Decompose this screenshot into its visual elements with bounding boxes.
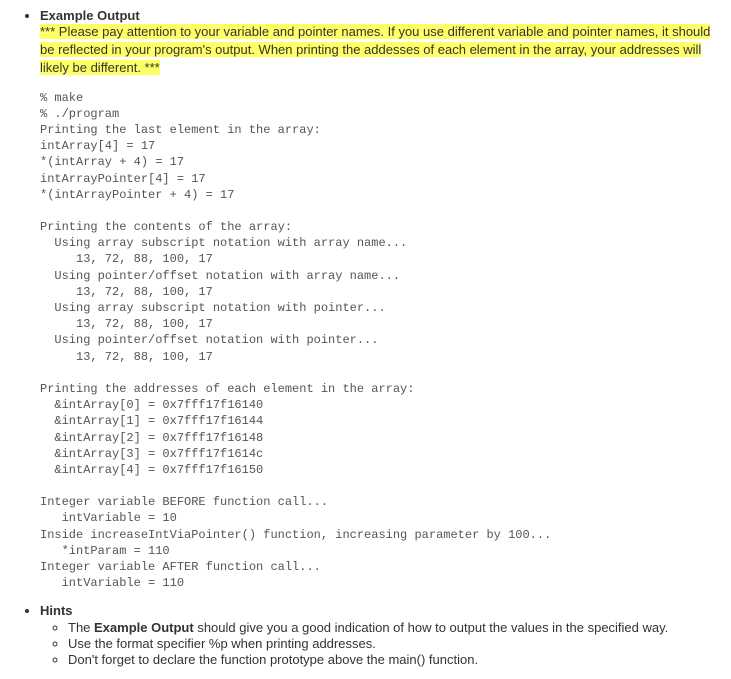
hints-section: Hints The Example Output should give you… (40, 603, 723, 667)
hint-1-bold: Example Output (94, 620, 194, 635)
example-output-title: Example Output (40, 8, 140, 23)
document-list: Example Output *** Please pay attention … (24, 8, 723, 667)
hints-list: The Example Output should give you a goo… (40, 620, 723, 667)
hint-item-1: The Example Output should give you a goo… (68, 620, 723, 635)
hint-item-3: Don't forget to declare the function pro… (68, 652, 723, 667)
hint-1-pre: The (68, 620, 94, 635)
hint-1-post: should give you a good indication of how… (194, 620, 669, 635)
warning-highlight: *** Please pay attention to your variabl… (40, 24, 710, 75)
hint-item-2: Use the format specifier %p when printin… (68, 636, 723, 651)
example-output-code: % make % ./program Printing the last ele… (40, 90, 723, 592)
example-output-section: Example Output *** Please pay attention … (40, 8, 723, 591)
